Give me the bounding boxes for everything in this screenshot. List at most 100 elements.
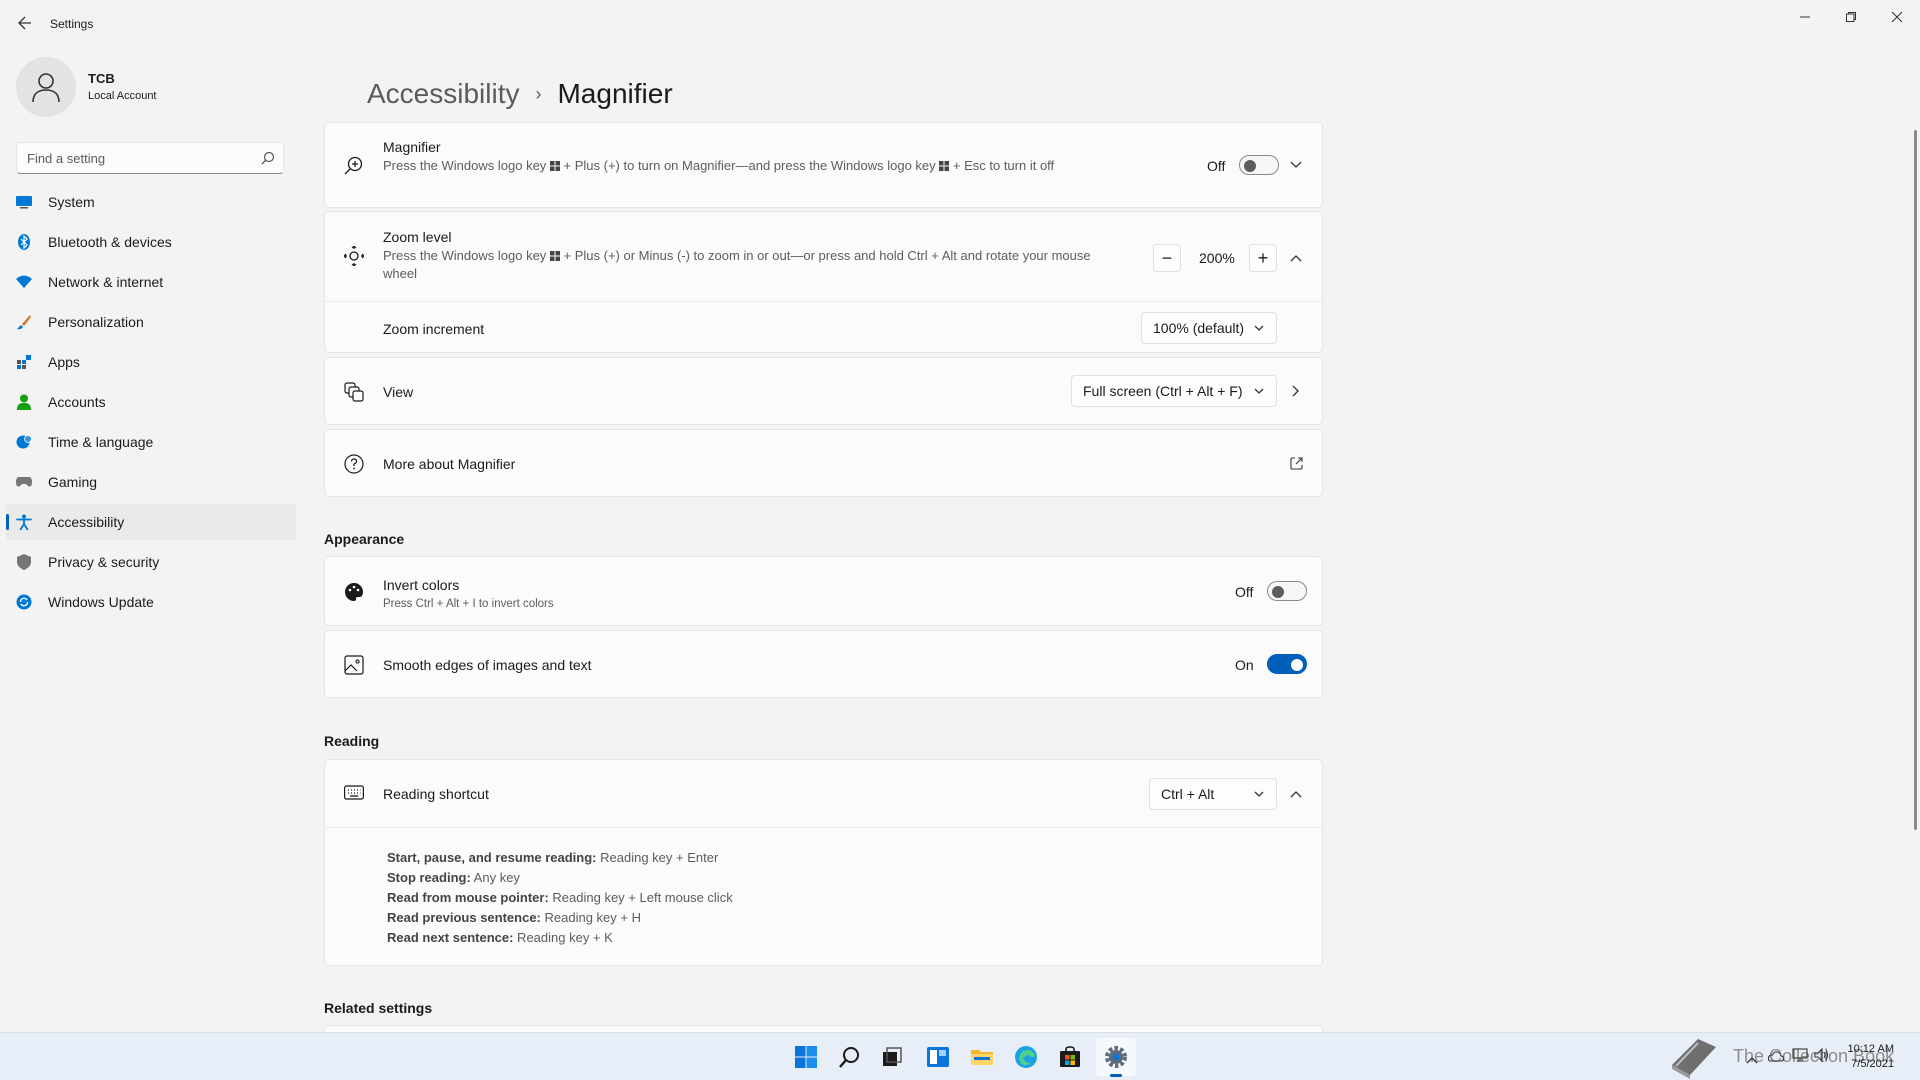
user-profile[interactable]: TCB Local Account: [16, 57, 296, 117]
file-explorer-icon[interactable]: [968, 1043, 996, 1071]
invert-colors-toggle[interactable]: [1267, 581, 1307, 601]
sidebar-item-gaming[interactable]: Gaming: [6, 464, 296, 500]
bluetooth-icon: [16, 234, 32, 250]
magnifier-title: Magnifier: [383, 139, 441, 155]
zoom-increment-title: Zoom increment: [383, 321, 485, 337]
search-input[interactable]: Find a setting: [16, 142, 284, 174]
windows-logo-icon: [939, 161, 950, 171]
restore-button[interactable]: [1836, 6, 1866, 28]
zoom-level-card: Zoom level Press the Windows logo key + …: [324, 211, 1323, 353]
reading-shortcut-value: Ctrl + Alt: [1161, 786, 1215, 802]
profile-account-type: Local Account: [88, 90, 157, 102]
chevron-right-icon[interactable]: [1286, 381, 1306, 401]
sidebar-item-system[interactable]: System: [6, 184, 296, 220]
sidebar-item-time-language[interactable]: Time & language: [6, 424, 296, 460]
accessibility-icon: [16, 514, 32, 530]
taskbar: The Collection Book 10:12 AM 7/5/2021: [0, 1032, 1920, 1080]
zoom-level-description: Press the Windows logo key + Plus (+) or…: [383, 248, 1091, 281]
clock-time: 10:12 AM: [1847, 1043, 1894, 1055]
view-card[interactable]: View Full screen (Ctrl + Alt + F): [324, 357, 1323, 425]
sidebar-item-apps[interactable]: Apps: [6, 344, 296, 380]
more-about-title: More about Magnifier: [383, 456, 516, 472]
settings-gear-icon[interactable]: [1102, 1043, 1130, 1077]
avatar: [16, 57, 76, 117]
book-logo-icon: [1668, 1035, 1720, 1080]
reading-shortcut-dropdown[interactable]: Ctrl + Alt: [1149, 778, 1277, 810]
smooth-edges-toggle[interactable]: [1267, 654, 1307, 674]
sidebar-item-label: Accounts: [48, 394, 106, 410]
onedrive-cloud-icon[interactable]: [1766, 1049, 1785, 1065]
magnifier-card[interactable]: Magnifier Press the Windows logo key + P…: [324, 122, 1323, 208]
task-view-icon[interactable]: [878, 1043, 906, 1071]
tray-chevron-icon[interactable]: [1746, 1051, 1758, 1067]
volume-icon[interactable]: [1814, 1047, 1830, 1065]
sidebar-item-windows-update[interactable]: Windows Update: [6, 584, 296, 620]
search-icon[interactable]: [836, 1043, 864, 1071]
start-icon[interactable]: [792, 1043, 820, 1071]
list-item: Read from mouse pointer: Reading key + L…: [387, 890, 733, 905]
sidebar-item-personalization[interactable]: Personalization: [6, 304, 296, 340]
zoom-level-value: 200%: [1199, 250, 1235, 266]
minimize-button[interactable]: [1790, 6, 1820, 28]
windows-logo-icon: [549, 161, 560, 171]
update-icon: [16, 594, 32, 610]
divider: [325, 827, 1322, 828]
sidebar-item-label: Windows Update: [48, 594, 154, 610]
scrollbar[interactable]: [1914, 130, 1917, 830]
sidebar-item-network[interactable]: Network & internet: [6, 264, 296, 300]
smooth-edges-card: Smooth edges of images and text On: [324, 630, 1323, 698]
chevron-down-icon: [1254, 388, 1264, 394]
zoom-increment-dropdown[interactable]: 100% (default): [1141, 312, 1277, 344]
view-title: View: [383, 384, 414, 400]
zoom-increment-value: 100% (default): [1153, 320, 1245, 336]
brush-icon: [16, 314, 32, 330]
chevron-up-icon[interactable]: [1286, 784, 1306, 804]
back-arrow-icon[interactable]: [14, 12, 36, 34]
search-placeholder: Find a setting: [27, 151, 106, 166]
divider: [325, 301, 1322, 302]
edge-browser-icon[interactable]: [1012, 1043, 1040, 1071]
sidebar-item-label: Gaming: [48, 474, 98, 490]
view-dropdown[interactable]: Full screen (Ctrl + Alt + F): [1071, 375, 1277, 407]
magnifier-toggle-state: Off: [1207, 158, 1226, 174]
palette-icon: [343, 581, 365, 603]
smooth-edges-title: Smooth edges of images and text: [383, 657, 592, 673]
title-bar: Settings: [0, 0, 1920, 48]
sidebar-nav: System Bluetooth & devices Network & int…: [6, 184, 296, 624]
zoom-move-icon: [343, 245, 365, 267]
store-icon[interactable]: [1056, 1043, 1084, 1071]
taskbar-clock[interactable]: 10:12 AM 7/5/2021: [1846, 1042, 1894, 1072]
windows-logo-icon: [549, 251, 560, 261]
sidebar-item-accessibility[interactable]: Accessibility: [6, 504, 296, 540]
sidebar-item-label: Apps: [48, 354, 80, 370]
close-button[interactable]: [1882, 6, 1912, 28]
zoom-in-button[interactable]: +: [1249, 244, 1277, 272]
list-item: Start, pause, and resume reading: Readin…: [387, 850, 719, 865]
list-item: Read next sentence: Reading key + K: [387, 930, 613, 945]
external-link-icon[interactable]: [1286, 453, 1306, 473]
zoom-level-title: Zoom level: [383, 229, 452, 245]
sidebar-item-label: Bluetooth & devices: [48, 234, 172, 250]
wifi-icon: [16, 274, 32, 290]
sidebar-item-privacy-security[interactable]: Privacy & security: [6, 544, 296, 580]
chevron-up-icon[interactable]: [1286, 248, 1306, 268]
network-monitor-icon[interactable]: [1792, 1048, 1808, 1065]
person-avatar-icon: [32, 73, 60, 103]
breadcrumb: Accessibility › Magnifier: [367, 78, 673, 110]
more-about-card[interactable]: More about Magnifier: [324, 429, 1323, 497]
reading-shortcut-card: Reading shortcut Ctrl + Alt Start, pause…: [324, 759, 1323, 966]
sidebar-item-accounts[interactable]: Accounts: [6, 384, 296, 420]
magnifier-toggle[interactable]: [1239, 155, 1279, 175]
chevron-down-icon: [1254, 791, 1264, 797]
chevron-down-icon[interactable]: [1286, 155, 1306, 175]
sidebar-item-bluetooth[interactable]: Bluetooth & devices: [6, 224, 296, 260]
sidebar-item-label: Time & language: [48, 434, 154, 450]
related-settings-card-edge: [324, 1025, 1323, 1032]
breadcrumb-parent[interactable]: Accessibility: [367, 78, 519, 110]
appearance-section-title: Appearance: [324, 531, 405, 547]
zoom-out-button[interactable]: −: [1153, 244, 1181, 272]
invert-colors-title: Invert colors: [383, 577, 460, 593]
person-icon: [16, 394, 32, 410]
view-layers-icon: [343, 381, 365, 403]
widgets-icon[interactable]: [924, 1043, 952, 1071]
